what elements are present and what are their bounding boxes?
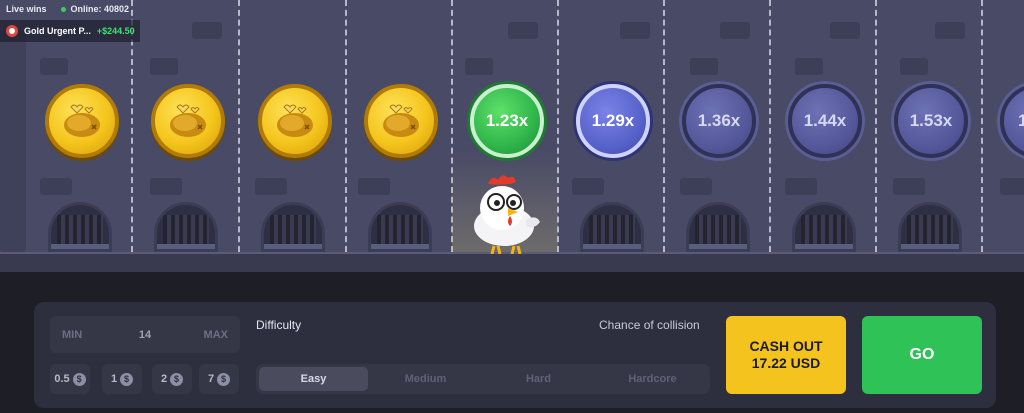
player-avatar-icon <box>6 25 18 37</box>
quick-bet-button[interactable]: 2 $ <box>152 364 192 394</box>
sewer-grate <box>686 202 750 252</box>
quick-bet-button[interactable]: 0.5 $ <box>50 364 90 394</box>
roast-chicken-icon <box>277 104 313 137</box>
lane-10-coin: 1. <box>1000 84 1024 158</box>
game-road: 1.23x 1.29x 1.36x 1.44x 1.53x 1. <box>0 0 1024 272</box>
sewer-grate <box>368 202 432 252</box>
live-feed-header: Live wins Online: 40802 <box>6 4 129 14</box>
cash-out-amount: 17.22 USD <box>751 355 821 371</box>
bet-amount-stepper[interactable]: MIN 14 MAX <box>50 316 240 353</box>
go-label: GO <box>909 346 935 363</box>
go-button[interactable]: GO <box>862 316 982 394</box>
roast-chicken-icon <box>383 104 419 137</box>
online-count: Online: 40802 <box>70 4 130 14</box>
live-win-entry: Gold Urgent P... +$244.50 <box>0 20 140 42</box>
roast-chicken-icon <box>64 104 100 137</box>
difficulty-option-hardcore[interactable]: Hardcore <box>598 367 707 391</box>
lane-5-current-coin: 1.23x <box>470 84 544 158</box>
online-indicator-icon <box>60 6 66 12</box>
difficulty-option-hard[interactable]: Hard <box>484 367 593 391</box>
lane-6-next-coin[interactable]: 1.29x <box>576 84 650 158</box>
lane-2-passed-coin <box>151 84 225 158</box>
cash-out-label: CASH OUT <box>749 338 823 354</box>
difficulty-selector: Easy Medium Hard Hardcore <box>256 364 710 394</box>
roast-chicken-icon <box>170 104 206 137</box>
multiplier-label: 1.36x <box>697 111 741 130</box>
lane-8-coin: 1.44x <box>788 84 862 158</box>
quick-bet-label: 0.5 <box>54 373 70 385</box>
sewer-grate <box>261 202 325 252</box>
quick-bet-button[interactable]: 1 $ <box>102 364 142 394</box>
sewer-grate <box>792 202 856 252</box>
lane-7-coin: 1.36x <box>682 84 756 158</box>
sewer-grate <box>898 202 962 252</box>
win-amount: +$244.50 <box>96 26 135 36</box>
sewer-grate <box>154 202 218 252</box>
sewer-grate <box>48 202 112 252</box>
difficulty-label: Difficulty <box>256 318 302 332</box>
multiplier-label: 1.44x <box>803 111 847 130</box>
dollar-coin-icon: $ <box>170 372 184 386</box>
player-name: Gold Urgent P... <box>24 26 91 36</box>
quick-bet-button[interactable]: 7 $ <box>199 364 239 394</box>
road-curb <box>0 252 1024 272</box>
multiplier-label: 1.53x <box>909 111 953 130</box>
lane-9-coin: 1.53x <box>894 84 968 158</box>
difficulty-option-medium[interactable]: Medium <box>371 367 480 391</box>
multiplier-label: 1.23x <box>485 111 529 130</box>
quick-bet-label: 7 <box>207 373 215 385</box>
quick-bet-label: 2 <box>160 373 168 385</box>
lane-1-passed-coin <box>45 84 119 158</box>
sewer-grate <box>580 202 644 252</box>
multiplier-label: 1. <box>1018 111 1024 130</box>
difficulty-option-easy[interactable]: Easy <box>259 367 368 391</box>
quick-bet-label: 1 <box>110 373 118 385</box>
max-bet-button[interactable]: MAX <box>204 329 228 341</box>
chance-of-collision-label: Chance of collision <box>599 318 700 332</box>
multiplier-label: 1.29x <box>591 111 635 130</box>
lane-4-passed-coin <box>364 84 438 158</box>
lane-3-passed-coin <box>258 84 332 158</box>
cash-out-button[interactable]: CASH OUT 17.22 USD <box>726 316 846 394</box>
dollar-coin-icon: $ <box>72 372 86 386</box>
dollar-coin-icon: $ <box>217 372 231 386</box>
chicken-icon <box>474 175 540 254</box>
live-wins-label: Live wins <box>6 4 47 14</box>
dollar-coin-icon: $ <box>120 372 134 386</box>
